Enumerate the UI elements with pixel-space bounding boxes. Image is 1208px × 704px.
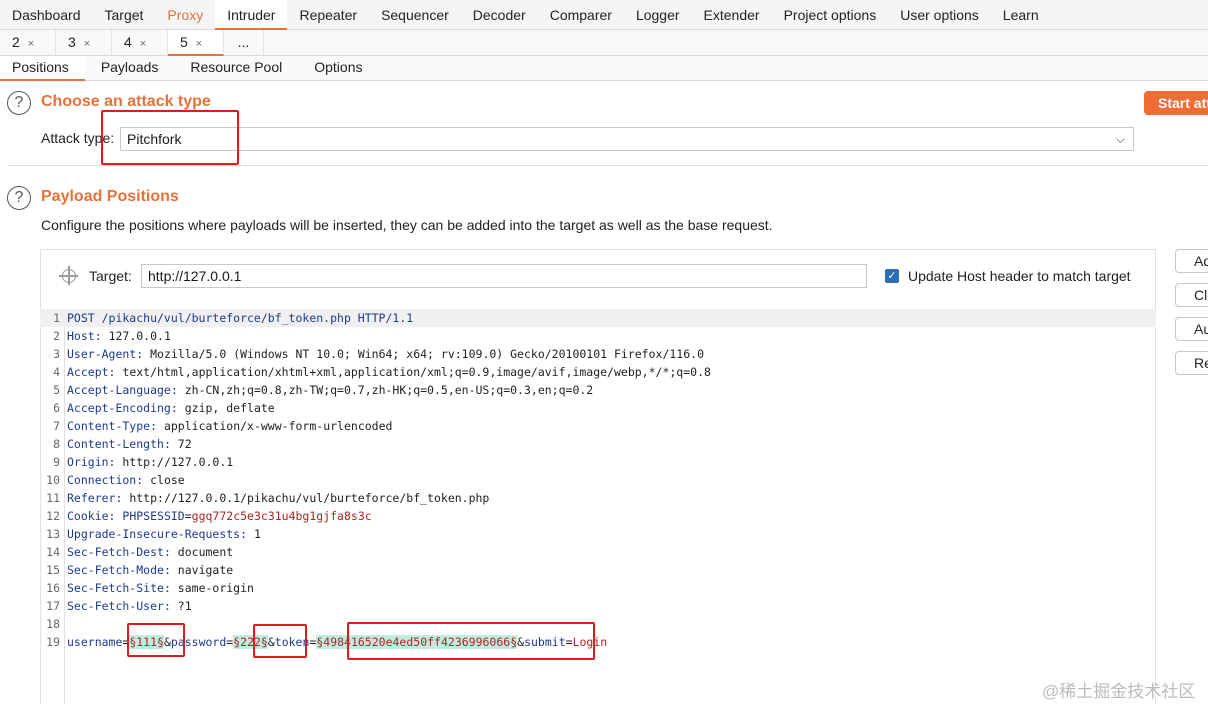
request-line: 16 Sec-Fetch-Site: same-origin	[46, 581, 254, 595]
tab-logger[interactable]: Logger	[624, 0, 692, 30]
request-line: 15 Sec-Fetch-Mode: navigate	[46, 563, 234, 577]
intruder-tab-5[interactable]: 5 ×	[168, 30, 224, 56]
highlight-box	[253, 624, 307, 658]
tab-extender[interactable]: Extender	[692, 0, 772, 30]
request-line: 12 Cookie: PHPSESSID=ggq772c5e3c31u4bg1gj…	[46, 509, 372, 523]
attack-type-title: Choose an attack type	[41, 93, 211, 110]
tab-positions[interactable]: Positions	[0, 56, 85, 81]
tab-target[interactable]: Target	[93, 0, 156, 30]
request-body-line: 19 username=§111§&password=§222§&token=§4…	[46, 635, 608, 649]
add-marker-button[interactable]: Add §	[1175, 249, 1208, 273]
close-icon[interactable]: ×	[196, 38, 202, 50]
highlight-box	[101, 110, 239, 165]
intruder-tab-bar: 2 × 3 × 4 × 5 × ...	[0, 30, 1208, 56]
request-line: 2 Host: 127.0.0.1	[53, 329, 171, 343]
tab-options[interactable]: Options	[298, 56, 378, 81]
help-icon[interactable]: ?	[7, 91, 31, 115]
tab-dashboard[interactable]: Dashboard	[0, 0, 93, 30]
close-icon[interactable]: ×	[28, 38, 34, 50]
request-line: 5 Accept-Language: zh-CN,zh;q=0.8,zh-TW;q…	[53, 383, 594, 397]
request-line: 9 Origin: http://127.0.0.1	[53, 455, 234, 469]
tab-user-options[interactable]: User options	[888, 0, 991, 30]
update-host-label: Update Host header to match target	[908, 268, 1131, 284]
payload-positions-description: Configure the positions where payloads w…	[41, 217, 773, 233]
request-line: 13 Upgrade-Insecure-Requests: 1	[46, 527, 261, 541]
request-line: 17 Sec-Fetch-User: ?1	[46, 599, 192, 613]
help-icon[interactable]: ?	[7, 186, 31, 210]
close-icon[interactable]: ×	[84, 38, 90, 50]
request-line: 7 Content-Type: application/x-www-form-ur…	[53, 419, 393, 433]
request-line: 10 Connection: close	[46, 473, 185, 487]
intruder-tab-label: 5	[180, 34, 188, 50]
clear-markers-button[interactable]: Clear §	[1175, 283, 1208, 307]
top-tab-bar: Dashboard Target Proxy Intruder Repeater…	[0, 0, 1208, 30]
update-host-checkbox[interactable]: ✓	[885, 269, 899, 283]
request-line: 18	[46, 617, 60, 631]
request-line: 8 Content-Length: 72	[53, 437, 192, 451]
highlight-box	[127, 623, 185, 657]
intruder-tab-new[interactable]: ...	[224, 30, 264, 56]
watermark: @稀土掘金技术社区	[1042, 682, 1196, 701]
attack-config-tabs: Positions Payloads Resource Pool Options	[0, 56, 1208, 81]
tab-payloads[interactable]: Payloads	[85, 56, 175, 81]
crosshair-icon	[59, 266, 78, 285]
intruder-tab-2[interactable]: 2 ×	[0, 30, 56, 56]
tab-resource-pool[interactable]: Resource Pool	[174, 56, 298, 81]
request-line: 3 User-Agent: Mozilla/5.0 (Windows NT 10.…	[53, 347, 704, 361]
start-attack-button[interactable]: Start attack	[1144, 91, 1208, 115]
request-line: 14 Sec-Fetch-Dest: document	[46, 545, 234, 559]
tab-project-options[interactable]: Project options	[772, 0, 889, 30]
section-divider	[8, 165, 1208, 166]
request-line: 11 Referer: http://127.0.0.1/pikachu/vul/…	[46, 491, 490, 505]
target-input[interactable]: http://127.0.0.1	[141, 264, 867, 288]
tab-intruder[interactable]: Intruder	[215, 0, 288, 30]
highlight-box	[347, 622, 595, 660]
intruder-tab-4[interactable]: 4 ×	[112, 30, 168, 56]
intruder-tab-3[interactable]: 3 ×	[56, 30, 112, 56]
intruder-tab-label: 4	[124, 34, 132, 50]
tab-learn[interactable]: Learn	[991, 0, 1051, 30]
close-icon[interactable]: ×	[140, 38, 146, 50]
request-line: 1 POST /pikachu/vul/burteforce/bf_token.p…	[40, 309, 1156, 327]
tab-comparer[interactable]: Comparer	[538, 0, 624, 30]
payload-positions-title: Payload Positions	[41, 188, 179, 205]
attack-type-select[interactable]: Pitchfork ⌵	[120, 127, 1134, 151]
intruder-tab-label: 2	[12, 34, 20, 50]
request-line: 4 Accept: text/html,application/xhtml+xml…	[53, 365, 711, 379]
intruder-tab-label: 3	[68, 34, 76, 50]
refresh-button[interactable]: Refresh	[1175, 351, 1208, 375]
request-line: 6 Accept-Encoding: gzip, deflate	[53, 401, 275, 415]
target-label: Target:	[89, 268, 132, 284]
auto-markers-button[interactable]: Auto §	[1175, 317, 1208, 341]
tab-decoder[interactable]: Decoder	[461, 0, 538, 30]
tab-sequencer[interactable]: Sequencer	[369, 0, 461, 30]
tab-repeater[interactable]: Repeater	[287, 0, 369, 30]
tab-proxy[interactable]: Proxy	[155, 0, 215, 30]
chevron-down-icon: ⌵	[1115, 132, 1125, 146]
